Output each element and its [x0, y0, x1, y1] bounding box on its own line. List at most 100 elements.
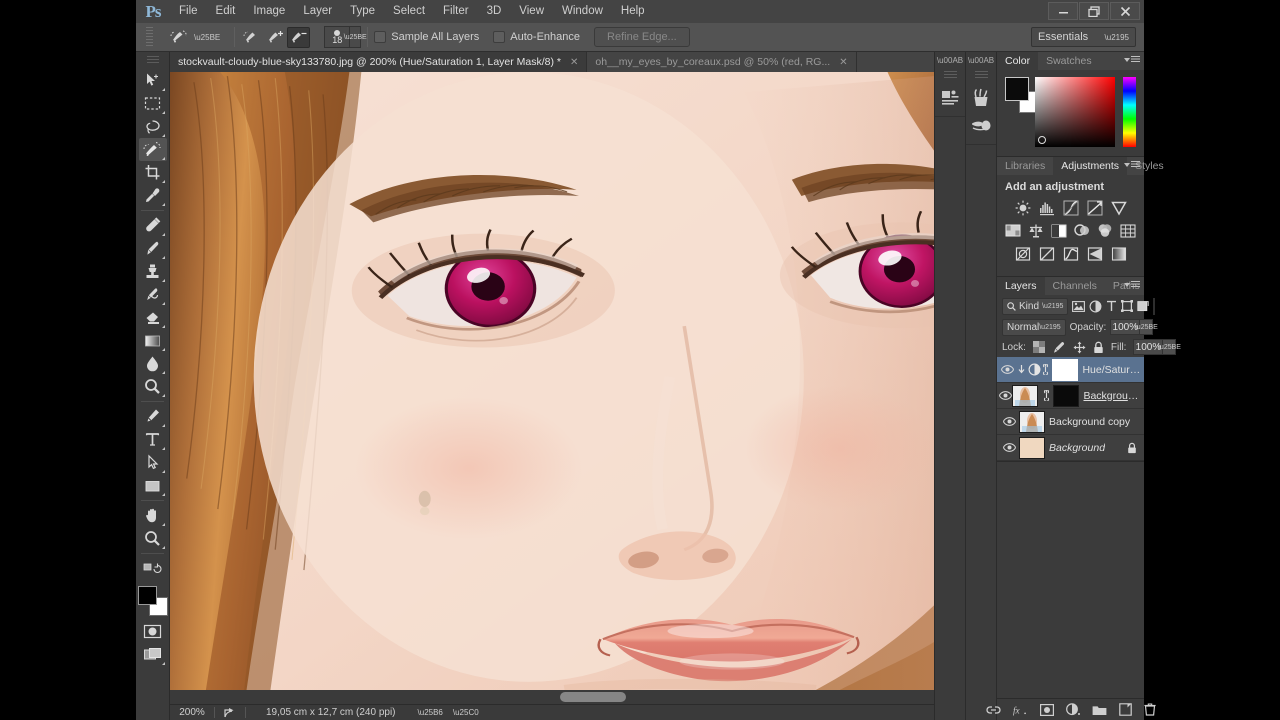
minimize-button[interactable]: [1048, 2, 1078, 20]
tab-adjustments[interactable]: Adjustments: [1053, 157, 1128, 175]
document-tab-1[interactable]: stockvault-cloudy-blue-sky133780.jpg @ 2…: [170, 52, 588, 72]
gradient-tool[interactable]: [139, 329, 167, 352]
layer-visibility-eye-icon[interactable]: [999, 417, 1019, 426]
lock-transparent-pixels-icon[interactable]: [1032, 341, 1045, 353]
photo-filter-icon[interactable]: [1074, 222, 1090, 239]
menu-window[interactable]: Window: [553, 0, 612, 23]
tab-channels[interactable]: Channels: [1045, 277, 1105, 295]
menu-edit[interactable]: Edit: [207, 0, 245, 23]
pen-tool[interactable]: [139, 405, 167, 428]
path-selection-tool[interactable]: [139, 451, 167, 474]
quick-mask-button[interactable]: [139, 620, 167, 643]
lock-image-pixels-icon[interactable]: [1052, 341, 1066, 354]
subtract-from-selection-mode-button[interactable]: [287, 26, 311, 48]
restore-button[interactable]: [1079, 2, 1109, 20]
add-layer-mask-icon[interactable]: [1039, 702, 1054, 717]
horizontal-scroll-thumb[interactable]: [560, 692, 626, 702]
filter-smart-object-icon[interactable]: [1137, 298, 1150, 314]
menu-layer[interactable]: Layer: [294, 0, 341, 23]
zoom-level[interactable]: 200%: [170, 707, 214, 718]
tools-panel-grip[interactable]: [146, 56, 159, 65]
curves-icon[interactable]: [1062, 199, 1079, 216]
blend-mode-dropdown[interactable]: Normal \u2195: [1002, 318, 1066, 336]
menu-select[interactable]: Select: [384, 0, 434, 23]
lock-position-icon[interactable]: [1073, 341, 1086, 354]
brush-tool[interactable]: [139, 237, 167, 260]
history-panel-icon[interactable]: [937, 84, 963, 110]
layer-mask-link-icon[interactable]: [1041, 364, 1050, 375]
brush-size-dropdown[interactable]: \u25BE: [344, 26, 367, 48]
add-layer-style-icon[interactable]: fx: [1013, 702, 1028, 717]
menu-help[interactable]: Help: [612, 0, 654, 23]
history-brush-tool[interactable]: [139, 283, 167, 306]
threshold-icon[interactable]: [1062, 245, 1079, 262]
layer-visibility-eye-icon[interactable]: [999, 443, 1019, 452]
color-swatches[interactable]: [137, 586, 168, 616]
lock-all-icon[interactable]: [1093, 341, 1104, 354]
canvas-horizontal-scrollbar[interactable]: \u25B6: [170, 690, 982, 704]
exposure-icon[interactable]: [1086, 199, 1103, 216]
document-tab-2[interactable]: oh__my_eyes_by_coreaux.psd @ 50% (red, R…: [587, 52, 857, 72]
document-canvas[interactable]: [170, 72, 982, 690]
levels-icon[interactable]: [1038, 199, 1055, 216]
layer-filter-kind-dropdown[interactable]: Kind \u2195: [1002, 297, 1069, 315]
document-tab-close-icon[interactable]: ✕: [839, 57, 847, 68]
tab-layers[interactable]: Layers: [997, 277, 1045, 295]
zoom-tool[interactable]: [139, 527, 167, 550]
layer-row[interactable]: Hue/Saturatio...: [997, 357, 1144, 383]
layer-filter-toggle[interactable]: [1153, 297, 1156, 315]
sample-all-layers-checkbox[interactable]: Sample All Layers: [374, 31, 493, 43]
auto-enhance-checkbox[interactable]: Auto-Enhance: [493, 31, 594, 43]
color-panel-menu-button[interactable]: [1124, 56, 1140, 63]
selective-color-icon[interactable]: [1110, 245, 1127, 262]
black-white-icon[interactable]: [1051, 222, 1067, 239]
menu-file[interactable]: File: [170, 0, 207, 23]
tool-presets-icon[interactable]: [968, 112, 994, 138]
delete-layer-icon[interactable]: [1143, 702, 1156, 717]
brush-presets-icon[interactable]: [968, 84, 994, 110]
workspace-selector[interactable]: Essentials \u2195: [1031, 27, 1136, 47]
tab-color[interactable]: Color: [997, 52, 1039, 70]
options-bar-grip[interactable]: [146, 27, 153, 47]
rectangle-tool[interactable]: [139, 474, 167, 497]
color-panel-foreground-swatch[interactable]: [1005, 77, 1029, 101]
layer-name[interactable]: Background copy 2: [1083, 390, 1144, 402]
layer-mask-link-icon[interactable]: [1042, 390, 1051, 401]
opacity-dropdown[interactable]: \u25BE: [1135, 319, 1158, 335]
spot-healing-brush-tool[interactable]: [139, 214, 167, 237]
color-panel-swatches[interactable]: [1005, 77, 1041, 113]
layer-visibility-eye-icon[interactable]: [999, 391, 1013, 400]
menu-3d[interactable]: 3D: [478, 0, 511, 23]
new-selection-mode-button[interactable]: [241, 27, 264, 48]
layer-name[interactable]: Hue/Saturatio...: [1082, 364, 1144, 376]
posterize-icon[interactable]: [1038, 245, 1055, 262]
new-group-icon[interactable]: [1092, 702, 1107, 717]
move-tool[interactable]: [139, 69, 167, 92]
new-adjustment-layer-icon[interactable]: [1065, 702, 1080, 717]
add-to-selection-mode-button[interactable]: [264, 27, 287, 48]
fill-dropdown[interactable]: \u25BE: [1158, 339, 1181, 355]
hue-saturation-icon[interactable]: [1005, 222, 1021, 239]
eyedropper-tool[interactable]: [139, 184, 167, 207]
layer-visibility-eye-icon[interactable]: [999, 365, 1016, 374]
rectangular-marquee-tool[interactable]: [139, 92, 167, 115]
layer-thumbnail[interactable]: [1012, 384, 1039, 407]
layer-thumbnail[interactable]: [1019, 410, 1045, 433]
status-collapse-arrow[interactable]: \u25C0: [453, 708, 479, 717]
color-field[interactable]: [1035, 77, 1115, 147]
expand-rail-right-button[interactable]: \u00AB: [966, 52, 996, 68]
layer-mask-thumbnail[interactable]: [1053, 384, 1080, 407]
current-tool-preset[interactable]: \u25BE: [161, 28, 228, 46]
filter-shape-icon[interactable]: [1121, 298, 1134, 314]
layer-name[interactable]: Background: [1049, 442, 1105, 454]
hue-slider[interactable]: [1122, 77, 1136, 147]
horizontal-type-tool[interactable]: [139, 428, 167, 451]
clone-stamp-tool[interactable]: [139, 260, 167, 283]
expand-rail-left-button[interactable]: \u00AB: [935, 52, 965, 68]
new-layer-icon[interactable]: [1118, 702, 1132, 717]
status-expand-arrow[interactable]: \u25B6: [418, 708, 443, 717]
filter-adjustment-icon[interactable]: [1089, 298, 1102, 314]
hand-tool[interactable]: [139, 504, 167, 527]
channel-mixer-icon[interactable]: [1097, 222, 1113, 239]
layer-row[interactable]: Background copy: [997, 409, 1144, 435]
